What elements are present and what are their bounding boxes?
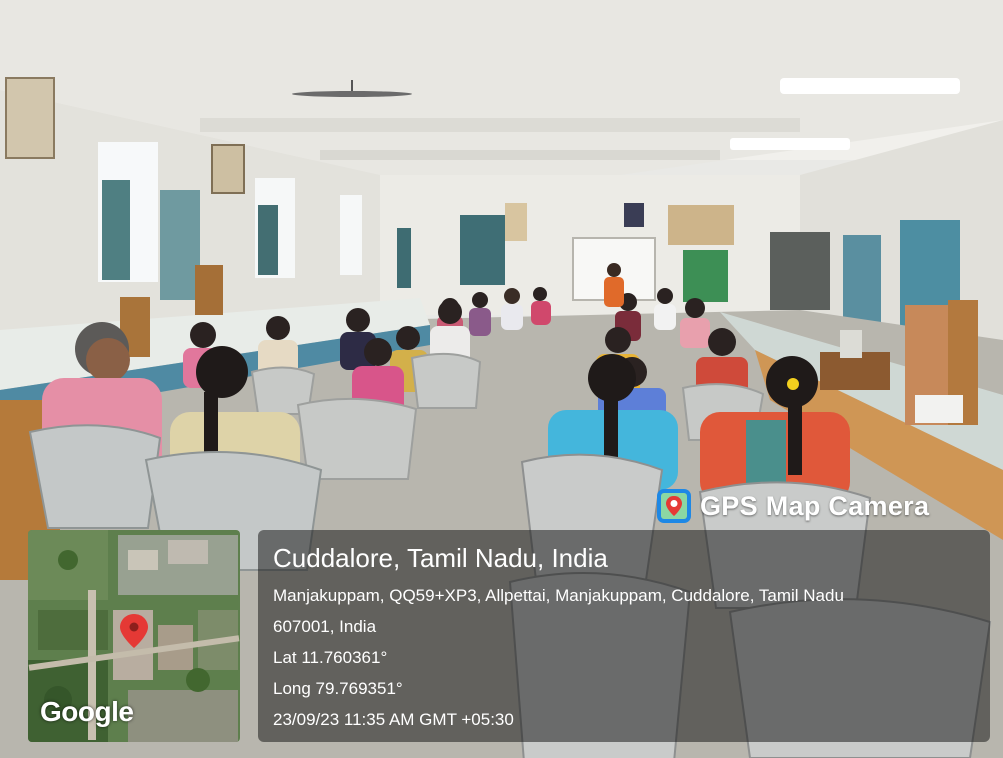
longitude-text: Long 79.769351° bbox=[273, 679, 403, 698]
google-attribution: Google bbox=[40, 696, 134, 727]
gps-map-camera-badge: GPS Map Camera bbox=[656, 486, 929, 526]
location-title: Cuddalore, Tamil Nadu, India bbox=[273, 543, 608, 573]
address-line-2: 607001, India bbox=[273, 617, 377, 636]
latitude-text: Lat 11.760361° bbox=[273, 648, 388, 667]
location-map-thumbnail: Google bbox=[28, 530, 240, 742]
timestamp-text: 23/09/23 11:35 AM GMT +05:30 bbox=[273, 710, 514, 729]
brand-label: GPS Map Camera bbox=[700, 490, 930, 521]
gps-pin-icon bbox=[657, 489, 691, 523]
location-info-panel: Cuddalore, Tamil Nadu, India Manjakuppam… bbox=[258, 530, 990, 742]
address-line-1: Manjakuppam, QQ59+XP3, Allpettai, Manjak… bbox=[273, 586, 844, 605]
